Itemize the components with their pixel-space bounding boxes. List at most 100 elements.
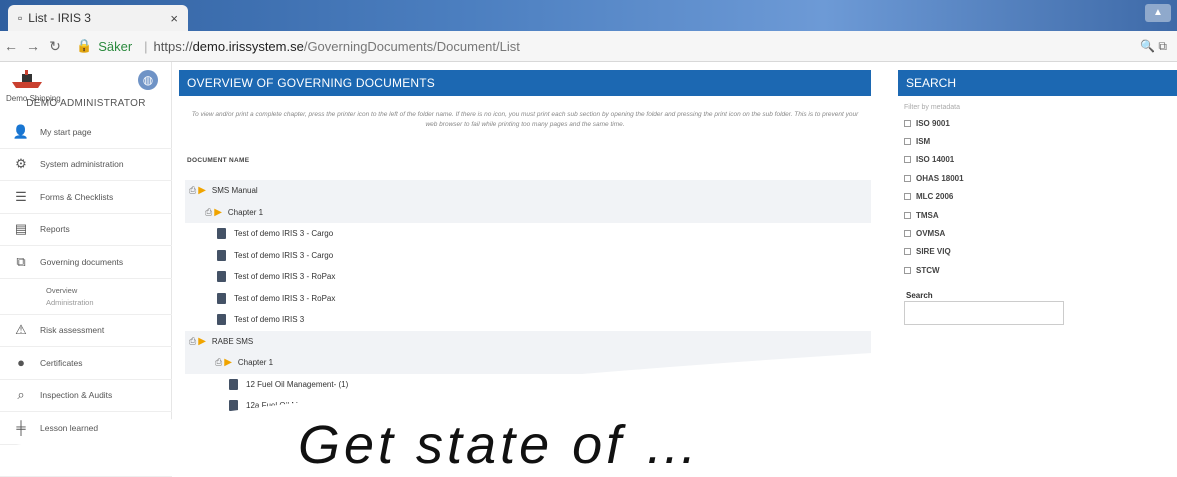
sidebar-item-risk-assessment[interactable]: ⚠ Risk assessment — [0, 315, 172, 348]
sidebar-item-reports[interactable]: ▤ Reports — [0, 214, 172, 247]
main-panel: OVERVIEW OF GOVERNING DOCUMENTS To view … — [179, 70, 871, 464]
url-host: demo.irissystem.se — [193, 39, 304, 54]
sidebar-item-label: Risk assessment — [40, 325, 104, 335]
checkbox[interactable] — [904, 248, 911, 255]
checkbox[interactable] — [904, 156, 911, 163]
sidebar-item-my-start-page[interactable]: 👤 My start page — [0, 116, 172, 149]
tree-document-row[interactable]: Test of demo IRIS 3 - Cargo — [185, 245, 871, 267]
document-icon — [217, 250, 226, 261]
sidebar-item-certificates[interactable]: ● Certificates — [0, 347, 172, 380]
wifi-icon: ◠ — [12, 452, 30, 468]
risk-icon: ⚠ — [12, 322, 30, 338]
metadata-filters: ISO 9001 ISM ISO 14001 OHAS 18001 MLC 20… — [904, 114, 964, 280]
globe-icon[interactable]: ◍ — [138, 70, 158, 90]
tree-document-row[interactable]: 12 Fuel Oil Management- (1) — [185, 374, 871, 396]
filter-checkbox[interactable]: STCW — [904, 261, 964, 279]
tree-document-row[interactable]: Test of demo IRIS 3 - RoPax — [185, 288, 871, 310]
sidebar-subitem-administration[interactable]: Administration — [0, 298, 172, 307]
sidebar-item-label: Certificates — [40, 358, 83, 368]
governing-documents-submenu: Overview Administration — [0, 279, 172, 315]
checkbox-label: STCW — [916, 266, 940, 275]
folder-icon: ▶ — [224, 357, 232, 368]
sidebar-subitem-overview[interactable]: Overview — [0, 286, 172, 295]
secure-label: Säker — [98, 39, 132, 54]
tree-document-row[interactable]: Test of demo IRIS 3 — [185, 309, 871, 331]
page-title: OVERVIEW OF GOVERNING DOCUMENTS — [179, 70, 871, 96]
sidebar-item-label: My start page — [40, 127, 92, 137]
tab-title: List - IRIS 3 — [28, 11, 91, 25]
tree-folder-row[interactable]: ⎙▶ Chapter 1 — [185, 352, 871, 374]
zoom-icon[interactable]: 🔍 ⧉ — [1140, 39, 1167, 54]
checkbox[interactable] — [904, 230, 911, 237]
copy-icon: ⧉ — [12, 254, 30, 270]
document-icon — [217, 228, 226, 239]
back-icon[interactable]: ← — [0, 38, 22, 54]
sidebar-item-forms-checklists[interactable]: ☰ Forms & Checklists — [0, 181, 172, 214]
filter-checkbox[interactable]: TMSA — [904, 206, 964, 224]
checkbox-label: OHAS 18001 — [916, 174, 964, 183]
url-scheme: https:// — [154, 39, 193, 54]
tree-document-row[interactable]: Test of demo IRIS 3 - RoPax — [185, 266, 871, 288]
tree-document-row[interactable]: Test of demo IRIS 3 - Cargo — [185, 223, 871, 245]
user-icon: 👤 — [12, 124, 30, 140]
signpost-icon: ╪ — [12, 420, 30, 435]
forward-icon[interactable]: → — [22, 38, 44, 54]
checkbox[interactable] — [904, 138, 911, 145]
tree-folder-row[interactable]: ⎙▶ RABE SMS — [185, 331, 871, 353]
document-icon — [229, 443, 238, 454]
certificate-icon: ● — [12, 355, 30, 370]
sidebar-item-lesson-learned[interactable]: ╪ Lesson learned — [0, 412, 172, 445]
page-icon: ▫ — [18, 11, 22, 25]
sidebar-item-label: Inspection & Audits — [40, 390, 112, 400]
search-title: SEARCH — [898, 70, 1177, 96]
lock-icon: 🔒 — [76, 38, 92, 54]
tree-label: 12 Fuel Oil Management- (1) — [246, 380, 348, 389]
checkbox-label: OVMSA — [916, 229, 945, 238]
filter-checkbox[interactable]: ISO 14001 — [904, 151, 964, 169]
checkbox[interactable] — [904, 193, 911, 200]
sidebar-item-label: Lesson learned — [40, 423, 98, 433]
tree-label: RABE SMS — [212, 337, 253, 346]
filter-checkbox[interactable]: SIRE VIQ — [904, 243, 964, 261]
filter-checkbox[interactable]: MLC 2006 — [904, 188, 964, 206]
checkbox[interactable] — [904, 175, 911, 182]
intro-text: To view and/or print a complete chapter,… — [185, 110, 865, 130]
sidebar-item-offline[interactable]: ◠ Offline — [0, 445, 172, 477]
profile-button[interactable]: ▲ — [1145, 4, 1171, 22]
document-icon — [229, 379, 238, 390]
tab-strip: ▫ List - IRIS 3 × ▲ — [0, 0, 1177, 31]
close-icon[interactable]: × — [170, 11, 178, 26]
tree-label: Test of demo IRIS 3 - RoPax — [234, 272, 335, 281]
folder-icon: ▶ — [198, 336, 206, 347]
document-icon — [217, 314, 226, 325]
column-header-document-name: DOCUMENT NAME — [187, 157, 249, 164]
tree-folder-row[interactable]: ⎙▶ SMS Manual — [185, 180, 871, 202]
printer-icon[interactable]: ⎙ — [189, 185, 196, 196]
reload-icon[interactable]: ↻ — [44, 38, 66, 55]
checkbox[interactable] — [904, 267, 911, 274]
checkbox[interactable] — [904, 212, 911, 219]
sidebar-item-system-administration[interactable]: ⚙ System administration — [0, 149, 172, 182]
tree-document-row[interactable]: 12a Fuel Oil Management Plan — [185, 395, 871, 417]
filter-checkbox[interactable]: ISO 9001 — [904, 114, 964, 132]
url-field[interactable]: 🔒 Säker | https:// demo.irissystem.se /G… — [76, 38, 520, 54]
search-panel: SEARCH Filter by metadata ISO 9001 ISM I… — [898, 70, 1177, 464]
checkbox[interactable] — [904, 120, 911, 127]
document-icon — [229, 400, 238, 411]
printer-icon[interactable]: ⎙ — [205, 207, 212, 218]
sidebar: Demo Shipping ◍ DEMO ADMINISTRATOR 👤 My … — [0, 62, 172, 464]
filter-checkbox[interactable]: OHAS 18001 — [904, 169, 964, 187]
address-bar: ← → ↻ 🔒 Säker | https:// demo.irissystem… — [0, 31, 1177, 62]
search-label: Search — [906, 291, 933, 300]
tree-label: Tr… — [246, 444, 261, 453]
printer-icon[interactable]: ⎙ — [189, 336, 196, 347]
search-input[interactable] — [904, 301, 1064, 325]
filter-checkbox[interactable]: OVMSA — [904, 224, 964, 242]
printer-icon[interactable]: ⎙ — [215, 357, 222, 368]
filter-checkbox[interactable]: ISM — [904, 132, 964, 150]
sidebar-item-inspection-audits[interactable]: ⌕ Inspection & Audits — [0, 380, 172, 413]
sidebar-item-governing-documents[interactable]: ⧉ Governing documents — [0, 246, 172, 279]
tree-folder-row[interactable]: ⎙▶ Chapter 1 — [185, 202, 871, 224]
sidebar-item-label: Reports — [40, 224, 70, 234]
browser-tab[interactable]: ▫ List - IRIS 3 × — [8, 5, 188, 31]
